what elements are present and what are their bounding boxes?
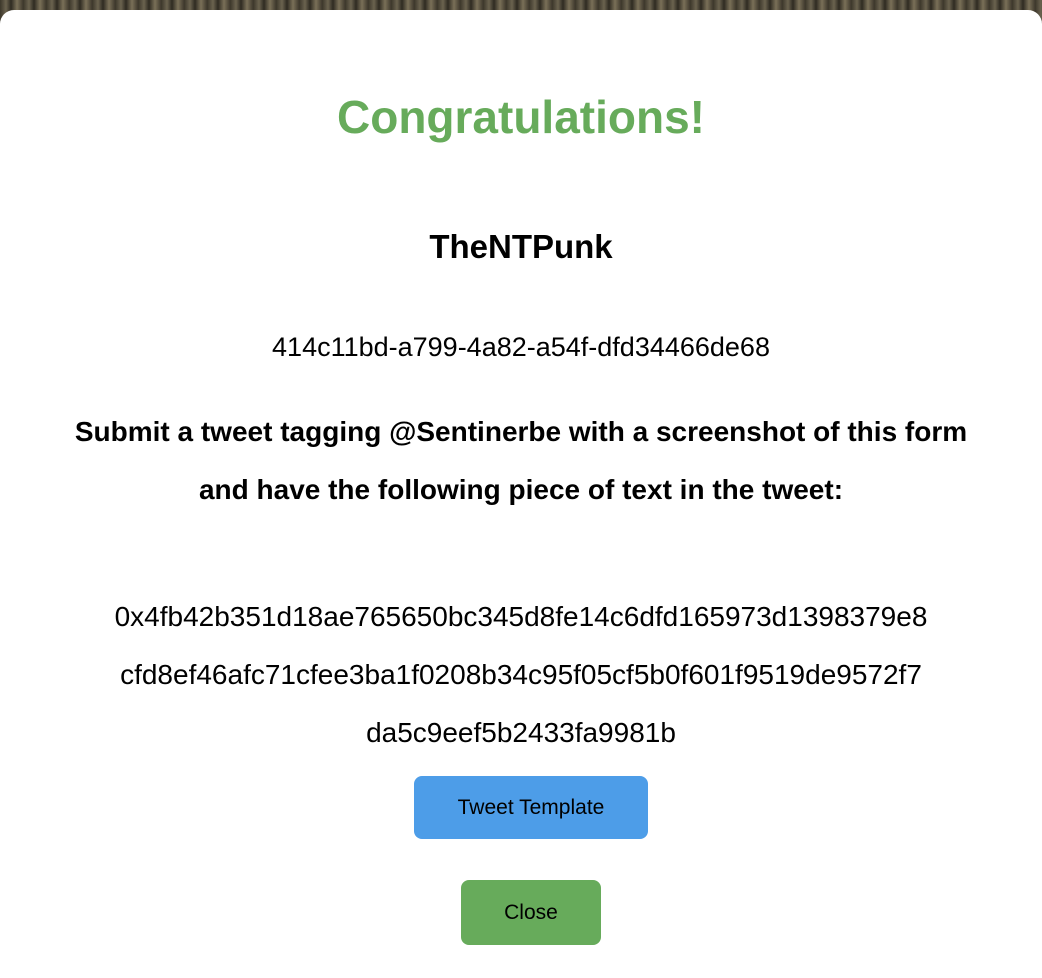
hash-line: da5c9eef5b2433fa9981b xyxy=(366,717,676,748)
tweet-instructions: Submit a tweet tagging @Sentinerbe with … xyxy=(74,416,968,505)
tweet-template-button[interactable]: Tweet Template xyxy=(414,776,648,839)
hash-line: 0x4fb42b351d18ae765650bc345d8fe14c6dfd16… xyxy=(114,601,928,632)
submission-id: 414c11bd-a799-4a82-a54f-dfd34466de68 xyxy=(272,332,770,362)
tweet-hash-text: 0x4fb42b351d18ae765650bc345d8fe14c6dfd16… xyxy=(0,588,1042,762)
modal-title: Congratulations! xyxy=(337,91,705,143)
congratulations-modal: Congratulations! TheNTPunk 414c11bd-a799… xyxy=(0,10,1042,978)
username: TheNTPunk xyxy=(429,228,613,265)
close-button[interactable]: Close xyxy=(461,880,601,945)
hash-line: cfd8ef46afc71cfee3ba1f0208b34c95f05cf5b0… xyxy=(120,659,922,690)
